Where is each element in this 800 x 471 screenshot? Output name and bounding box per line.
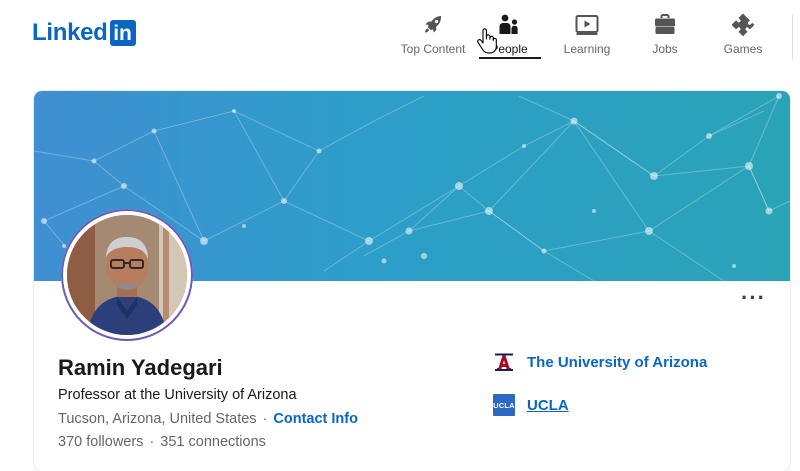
nav-learning[interactable]: Learning	[561, 13, 613, 59]
profile-photo-frame[interactable]	[61, 209, 193, 341]
logo-wordmark: Linked	[32, 19, 108, 46]
location-row: Tucson, Arizona, United States · Contact I…	[58, 411, 358, 427]
nav-label-learning: Learning	[563, 42, 611, 56]
nav-games[interactable]: Games	[721, 13, 765, 59]
arizona-a-logo	[493, 351, 515, 373]
profile-headline: Professor at the University of Arizona	[58, 387, 297, 403]
nav-jobs[interactable]: Jobs	[645, 13, 685, 59]
top-navigation-bar: Linked in Top Content People Learning Jo…	[0, 0, 800, 62]
followers-count[interactable]: 370 followers	[58, 434, 143, 450]
profile-card: ··· Ramin Yadegari Professor at the Univ…	[34, 91, 790, 471]
video-player-icon	[575, 15, 599, 35]
hand-cursor-icon	[477, 28, 497, 54]
nav-top-content[interactable]: Top Content	[398, 13, 468, 59]
nav-label-jobs: Jobs	[652, 42, 678, 56]
people-icon	[499, 14, 518, 34]
puzzle-icon	[731, 13, 755, 37]
rocket-icon	[425, 16, 442, 33]
organization-name: UCLA	[527, 396, 569, 414]
network-stats-row: 370 followers · 351 connections	[58, 434, 266, 450]
profile-name: Ramin Yadegari	[58, 355, 223, 380]
separator-dot: ·	[262, 411, 268, 427]
organization-arizona[interactable]: The University of Arizona	[493, 349, 707, 375]
nav-label-top-content: Top Content	[400, 42, 466, 56]
organization-name: The University of Arizona	[527, 353, 708, 371]
person-portrait-illustration	[67, 215, 187, 335]
logo-in-box: in	[109, 20, 136, 46]
ucla-logo: UCLA	[493, 394, 515, 416]
connections-count[interactable]: 351 connections	[160, 434, 266, 450]
nav-divider	[792, 14, 793, 60]
contact-info-link[interactable]: Contact Info	[273, 411, 358, 427]
briefcase-icon	[655, 14, 675, 34]
more-actions-button[interactable]: ···	[741, 287, 767, 311]
separator-dot: ·	[149, 434, 155, 450]
nav-label-games: Games	[723, 42, 763, 56]
organization-ucla[interactable]: UCLA UCLA	[493, 392, 569, 418]
linkedin-logo[interactable]: Linked in	[32, 20, 136, 46]
profile-photo	[67, 215, 187, 335]
profile-location: Tucson, Arizona, United States	[58, 411, 257, 427]
active-tab-indicator	[479, 57, 541, 59]
